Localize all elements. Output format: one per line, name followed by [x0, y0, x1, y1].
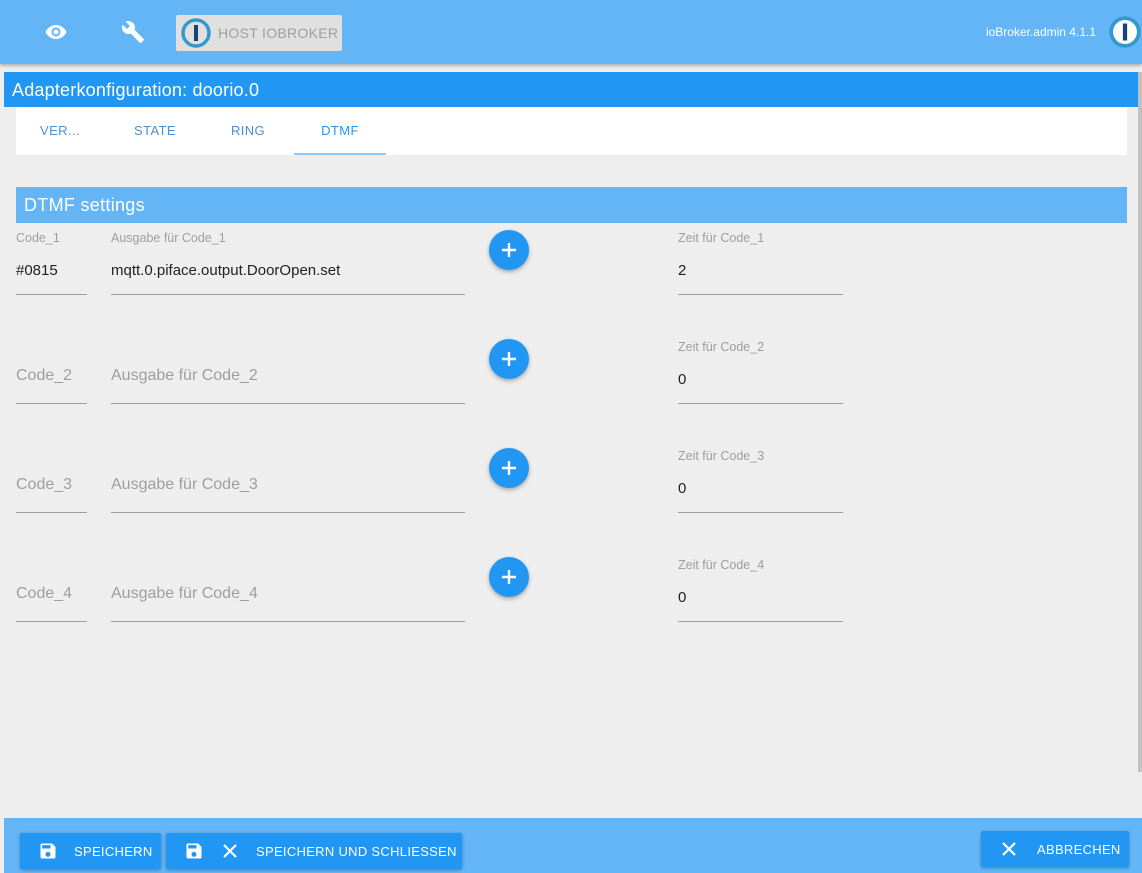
time-4-value: 0: [678, 589, 687, 606]
code-3-label: Code_3: [16, 476, 73, 493]
time-1-field[interactable]: Zeit für Code_1 2: [678, 231, 843, 295]
close-icon: [222, 843, 238, 859]
tab-version[interactable]: VER...: [16, 107, 104, 155]
plus-icon: [502, 461, 516, 475]
plus-icon: [502, 570, 516, 584]
cancel-button[interactable]: ABBRECHEN: [981, 831, 1129, 867]
iobroker-logo-icon: [1108, 15, 1142, 54]
time-3-field[interactable]: Zeit für Code_3 0: [678, 449, 843, 513]
save-icon: [38, 841, 58, 861]
plus-icon: [502, 352, 516, 366]
tab-state[interactable]: STATE: [112, 107, 198, 155]
code-4-label: Code_4: [16, 585, 73, 602]
output-4-field[interactable]: Ausgabe für Code_4: [111, 558, 465, 622]
code-2-label: Code_2: [16, 367, 73, 384]
code-2-field[interactable]: Code_2: [16, 340, 87, 404]
time-4-field[interactable]: Zeit für Code_4 0: [678, 558, 843, 622]
iobroker-logo-icon: [181, 18, 211, 48]
close-icon: [1001, 841, 1017, 857]
tab-bar: VER... STATE RING DTMF: [16, 107, 1127, 155]
output-3-field[interactable]: Ausgabe für Code_3: [111, 449, 465, 513]
wrench-icon[interactable]: [111, 10, 155, 54]
plus-icon: [502, 243, 516, 257]
time-1-value: 2: [678, 262, 687, 279]
page-title: Adapterkonfiguration: doorio.0: [4, 72, 1142, 107]
cancel-label: ABBRECHEN: [1037, 841, 1121, 857]
time-1-label: Zeit für Code_1: [678, 231, 765, 245]
time-4-label: Zeit für Code_4: [678, 558, 765, 572]
add-output-1-button[interactable]: [489, 230, 529, 270]
output-3-label: Ausgabe für Code_3: [111, 476, 258, 493]
output-1-label: Ausgabe für Code_1: [111, 231, 226, 245]
code-1-label: Code_1: [16, 231, 60, 245]
save-label: SPEICHERN: [74, 843, 153, 859]
output-2-label: Ausgabe für Code_2: [111, 367, 258, 384]
time-2-label: Zeit für Code_2: [678, 340, 765, 354]
add-output-4-button[interactable]: [489, 557, 529, 597]
output-1-field[interactable]: Ausgabe für Code_1 mqtt.0.piface.output.…: [111, 231, 465, 295]
time-2-value: 0: [678, 371, 687, 388]
tab-indicator: [294, 153, 386, 155]
time-2-field[interactable]: Zeit für Code_2 0: [678, 340, 843, 404]
save-button[interactable]: SPEICHERN: [20, 833, 161, 869]
code-3-field[interactable]: Code_3: [16, 449, 87, 513]
bottom-bar: SPEICHERN SPEICHERN UND SCHLIESSEN ABBRE…: [4, 818, 1142, 873]
top-bar: HOST IOBROKER ioBroker.admin 4.1.1: [0, 0, 1142, 64]
add-output-3-button[interactable]: [489, 448, 529, 488]
time-3-label: Zeit für Code_3: [678, 449, 765, 463]
output-4-label: Ausgabe für Code_4: [111, 585, 258, 602]
save-icon: [184, 841, 204, 861]
code-1-value: #0815: [16, 262, 58, 279]
section-header: DTMF settings: [16, 187, 1127, 223]
save-and-close-label: SPEICHERN UND SCHLIESSEN: [256, 843, 457, 859]
output-1-value: mqtt.0.piface.output.DoorOpen.set: [111, 262, 341, 279]
code-4-field[interactable]: Code_4: [16, 558, 87, 622]
version-label: ioBroker.admin 4.1.1: [985, 25, 1096, 39]
code-1-field[interactable]: Code_1 #0815: [16, 231, 87, 295]
tab-dtmf[interactable]: DTMF: [294, 107, 386, 155]
output-2-field[interactable]: Ausgabe für Code_2: [111, 340, 465, 404]
add-output-2-button[interactable]: [489, 339, 529, 379]
scrollbar[interactable]: [1138, 72, 1142, 772]
eye-icon[interactable]: [34, 10, 78, 54]
time-3-value: 0: [678, 480, 687, 497]
host-selector-button[interactable]: HOST IOBROKER: [176, 15, 342, 51]
save-and-close-button[interactable]: SPEICHERN UND SCHLIESSEN: [166, 833, 462, 869]
tab-ring[interactable]: RING: [206, 107, 290, 155]
host-label: HOST IOBROKER: [218, 25, 339, 41]
